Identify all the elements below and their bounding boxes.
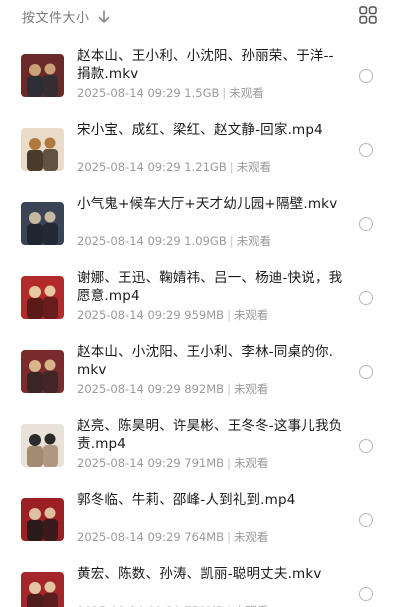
file-size: 1.09GB: [184, 234, 227, 248]
video-thumbnail[interactable]: [21, 202, 64, 245]
arrow-down-icon: [98, 9, 110, 23]
file-name: 黄宏、陈数、孙涛、凯丽-聪明丈夫.mkv: [77, 566, 322, 582]
select-radio[interactable]: [359, 587, 373, 601]
file-date: 2025-08-14 09:29: [77, 308, 181, 322]
file-meta: 2025-08-14 09:29 764MB | 未观看: [77, 529, 268, 545]
file-date: 2025-08-14 09:29: [77, 382, 181, 396]
file-name: 宋小宝、成红、梁红、赵文静-回家.mp4: [77, 122, 323, 138]
file-row[interactable]: 赵亮、陈昊明、许昊彬、王冬冬-这事儿我负责.mp4 2025-08-14 09:2…: [0, 408, 400, 482]
file-size: 1.21GB: [184, 160, 227, 174]
file-size: 1.5GB: [184, 86, 220, 100]
file-meta: 2025-08-14 09:29 959MB | 未观看: [77, 307, 268, 323]
file-row[interactable]: 赵本山、王小利、小沈阳、孙丽荣、于洋--捐款.mkv 2025-08-14 09:…: [0, 38, 400, 112]
file-row[interactable]: 宋小宝、成红、梁红、赵文静-回家.mp4 2025-08-14 09:29 1.2…: [0, 112, 400, 186]
watch-status: 未观看: [233, 530, 269, 544]
file-meta: 2025-08-14 09:29 1.5GB | 未观看: [77, 85, 264, 101]
video-thumbnail[interactable]: [21, 350, 64, 393]
file-meta: 2025-08-14 09:29 759MB|未观看: [77, 603, 268, 607]
file-date: 2025-08-14 09:29: [77, 456, 181, 470]
file-row[interactable]: 谢娜、王迅、鞠婧祎、吕一、杨迪-快说，我愿意.mp4 2025-08-14 09:…: [0, 260, 400, 334]
select-radio[interactable]: [359, 365, 373, 379]
file-size: 959MB: [184, 308, 225, 322]
watch-status: 未观看: [229, 86, 264, 100]
meta-divider: |: [227, 530, 231, 544]
file-date: 2025-08-14 09:29: [77, 86, 181, 100]
select-radio[interactable]: [359, 513, 373, 527]
file-name: 赵本山、王小利、小沈阳、孙丽荣、于洋--捐款.mkv: [77, 48, 334, 82]
file-date: 2025-08-14 09:29: [77, 530, 181, 544]
file-meta: 2025-08-14 09:29 1.09GB | 未观看: [77, 233, 271, 249]
video-thumbnail[interactable]: [21, 128, 64, 171]
grid-view-icon: [359, 6, 377, 28]
meta-divider: |: [227, 456, 231, 470]
file-name: 赵本山、小沈阳、王小利、李林-同桌的你.mkv: [77, 344, 334, 378]
file-meta: 2025-08-14 09:29 791MB | 未观看: [77, 455, 268, 471]
meta-divider: |: [229, 234, 234, 248]
select-radio[interactable]: [359, 69, 373, 83]
video-thumbnail[interactable]: [21, 276, 64, 319]
file-name: 郭冬临、牛莉、邵峰-人到礼到.mp4: [77, 492, 296, 508]
sort-by-size-button[interactable]: 按文件大小: [22, 6, 110, 26]
watch-status: 未观看: [236, 234, 272, 248]
watch-status: 未观看: [233, 308, 269, 322]
select-radio[interactable]: [359, 143, 373, 157]
select-radio[interactable]: [359, 217, 373, 231]
file-size: 791MB: [184, 456, 225, 470]
toolbar: 按文件大小: [0, 0, 400, 32]
file-date: 2025-08-14 09:29: [77, 234, 181, 248]
select-radio[interactable]: [359, 439, 373, 453]
watch-status: 未观看: [233, 382, 269, 396]
file-row[interactable]: 郭冬临、牛莉、邵峰-人到礼到.mp4 2025-08-14 09:29 764MB…: [0, 482, 400, 556]
file-meta: 2025-08-14 09:29 1.21GB | 未观看: [77, 159, 271, 175]
video-thumbnail[interactable]: [21, 424, 64, 467]
select-radio[interactable]: [359, 291, 373, 305]
video-thumbnail[interactable]: [21, 572, 64, 607]
file-size: 764MB: [184, 530, 225, 544]
file-row[interactable]: 小气鬼+候车大厅+天才幼儿园+隔壁.mkv 2025-08-14 09:29 1.…: [0, 186, 400, 260]
watch-status: 未观看: [236, 160, 272, 174]
meta-divider: |: [222, 86, 227, 100]
file-name: 赵亮、陈昊明、许昊彬、王冬冬-这事儿我负责.mp4: [77, 418, 343, 452]
meta-divider: |: [227, 308, 231, 322]
video-thumbnail[interactable]: [21, 498, 64, 541]
file-row[interactable]: 赵本山、小沈阳、王小利、李林-同桌的你.mkv 2025-08-14 09:29 …: [0, 334, 400, 408]
file-row[interactable]: 黄宏、陈数、孙涛、凯丽-聪明丈夫.mkv 2025-08-14 09:29 759…: [0, 556, 400, 607]
grid-view-button[interactable]: [359, 6, 377, 24]
meta-divider: |: [229, 160, 234, 174]
file-date: 2025-08-14 09:29: [77, 160, 181, 174]
watch-status: 未观看: [233, 456, 269, 470]
video-thumbnail[interactable]: [21, 54, 64, 97]
file-size: 892MB: [184, 382, 225, 396]
sort-label: 按文件大小: [22, 10, 90, 26]
file-meta: 2025-08-14 09:29 892MB | 未观看: [77, 381, 268, 397]
file-name: 谢娜、王迅、鞠婧祎、吕一、杨迪-快说，我愿意.mp4: [77, 270, 343, 304]
meta-divider: |: [227, 382, 231, 396]
file-name: 小气鬼+候车大厅+天才幼儿园+隔壁.mkv: [77, 196, 338, 212]
